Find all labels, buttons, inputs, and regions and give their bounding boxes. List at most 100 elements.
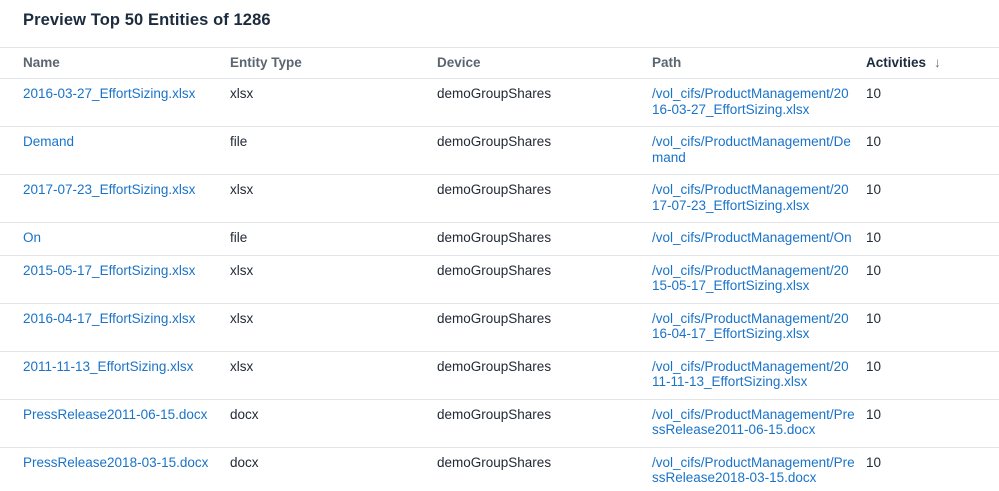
entity-type-value: docx (230, 407, 259, 422)
cell-device: demoGroupShares (437, 303, 652, 351)
entity-type-value: docx (230, 455, 259, 470)
entity-path-link[interactable]: /vol_cifs/ProductManagement/2016-03-27_E… (652, 86, 855, 117)
cell-entity-type: docx (230, 399, 437, 447)
preview-entities-panel: Preview Top 50 Entities of 1286 Name Enti… (0, 0, 999, 491)
sort-descending-icon: ↓ (934, 55, 941, 71)
cell-activities: 10 (866, 223, 999, 256)
column-header-label: Activities (866, 55, 926, 70)
cell-activities: 10 (866, 447, 999, 491)
entity-type-value: xlsx (230, 359, 253, 374)
device-value: demoGroupShares (437, 230, 551, 245)
cell-path: /vol_cifs/ProductManagement/2016-03-27_E… (652, 79, 866, 127)
device-value: demoGroupShares (437, 455, 551, 470)
column-header-name[interactable]: Name (0, 48, 230, 79)
entity-path-link[interactable]: /vol_cifs/ProductManagement/Demand (652, 134, 855, 165)
cell-activities: 10 (866, 79, 999, 127)
entity-name-link[interactable]: 2016-03-27_EffortSizing.xlsx (23, 86, 195, 101)
cell-name: 2017-07-23_EffortSizing.xlsx (0, 175, 230, 223)
activities-value: 10 (866, 263, 881, 278)
column-header-label: Device (437, 55, 481, 70)
cell-name: PressRelease2018-03-15.docx (0, 447, 230, 491)
device-value: demoGroupShares (437, 86, 551, 101)
cell-activities: 10 (866, 255, 999, 303)
entity-type-value: xlsx (230, 263, 253, 278)
cell-name: 2016-03-27_EffortSizing.xlsx (0, 79, 230, 127)
entity-path-link[interactable]: /vol_cifs/ProductManagement/2016-04-17_E… (652, 311, 855, 342)
entity-name-link[interactable]: 2011-11-13_EffortSizing.xlsx (23, 359, 193, 374)
cell-entity-type: file (230, 127, 437, 175)
cell-activities: 10 (866, 351, 999, 399)
column-header-label: Entity Type (230, 55, 302, 70)
entity-type-value: xlsx (230, 311, 253, 326)
cell-entity-type: file (230, 223, 437, 256)
device-value: demoGroupShares (437, 359, 551, 374)
entity-path-link[interactable]: /vol_cifs/ProductManagement/PressRelease… (652, 455, 855, 486)
entities-table: Name Entity Type Device Path Activities ↓ 201… (0, 47, 999, 491)
entity-name-link[interactable]: Demand (23, 134, 74, 149)
activities-value: 10 (866, 230, 881, 245)
activities-value: 10 (866, 86, 881, 101)
cell-entity-type: docx (230, 447, 437, 491)
device-value: demoGroupShares (437, 134, 551, 149)
device-value: demoGroupShares (437, 182, 551, 197)
column-header-path[interactable]: Path (652, 48, 866, 79)
table-row: PressRelease2018-03-15.docx docx demoGroup… (0, 447, 999, 491)
cell-path: /vol_cifs/ProductManagement/2011-11-13_E… (652, 351, 866, 399)
activities-value: 10 (866, 134, 881, 149)
cell-path: /vol_cifs/ProductManagement/2015-05-17_E… (652, 255, 866, 303)
activities-value: 10 (866, 407, 881, 422)
cell-device: demoGroupShares (437, 255, 652, 303)
activities-value: 10 (866, 455, 881, 470)
table-row: Demand filedemoGroupShares/vol_cifs/Produ… (0, 127, 999, 175)
table-row: 2016-04-17_EffortSizing.xlsx xlsx demoGrou… (0, 303, 999, 351)
cell-entity-type: xlsx (230, 79, 437, 127)
table-row: PressRelease2011-06-15.docx docx demoGroup… (0, 399, 999, 447)
activities-value: 10 (866, 311, 881, 326)
entity-name-link[interactable]: 2017-07-23_EffortSizing.xlsx (23, 182, 195, 197)
cell-entity-type: xlsx (230, 351, 437, 399)
entity-path-link[interactable]: /vol_cifs/ProductManagement/2015-05-17_E… (652, 263, 855, 294)
entity-name-link[interactable]: 2015-05-17_EffortSizing.xlsx (23, 263, 195, 278)
cell-device: demoGroupShares (437, 175, 652, 223)
cell-entity-type: xlsx (230, 303, 437, 351)
cell-name: On (0, 223, 230, 256)
entity-name-link[interactable]: PressRelease2018-03-15.docx (23, 455, 208, 470)
table-header-row: Name Entity Type Device Path Activities ↓ (0, 48, 999, 79)
entity-path-link[interactable]: /vol_cifs/ProductManagement/2017-07-23_E… (652, 182, 855, 213)
cell-device: demoGroupShares (437, 447, 652, 491)
entity-path-link[interactable]: /vol_cifs/ProductManagement/PressRelease… (652, 407, 855, 438)
entity-name-link[interactable]: 2016-04-17_EffortSizing.xlsx (23, 311, 195, 326)
cell-name: 2016-04-17_EffortSizing.xlsx (0, 303, 230, 351)
cell-path: /vol_cifs/ProductManagement/PressRelease… (652, 447, 866, 491)
cell-path: /vol_cifs/ProductManagement/On (652, 223, 866, 256)
table-row: On file demoGroupShares/vol_cifs/ProductMa… (0, 223, 999, 256)
device-value: demoGroupShares (437, 407, 551, 422)
entity-type-value: xlsx (230, 86, 253, 101)
page-title: Preview Top 50 Entities of 1286 (23, 10, 999, 30)
cell-path: /vol_cifs/ProductManagement/2017-07-23_E… (652, 175, 866, 223)
entity-path-link[interactable]: /vol_cifs/ProductManagement/On (652, 230, 855, 246)
column-header-device[interactable]: Device (437, 48, 652, 79)
entity-type-value: xlsx (230, 182, 253, 197)
cell-name: 2011-11-13_EffortSizing.xlsx (0, 351, 230, 399)
entity-path-link[interactable]: /vol_cifs/ProductManagement/2011-11-13_E… (652, 359, 855, 390)
cell-device: demoGroupShares (437, 79, 652, 127)
column-header-label: Path (652, 55, 681, 70)
device-value: demoGroupShares (437, 311, 551, 326)
entity-name-link[interactable]: On (23, 230, 41, 245)
column-header-label: Name (23, 55, 60, 70)
cell-device: demoGroupShares (437, 127, 652, 175)
column-header-activities[interactable]: Activities ↓ (866, 48, 999, 79)
column-header-entity-type[interactable]: Entity Type (230, 48, 437, 79)
table-row: 2016-03-27_EffortSizing.xlsx xlsx demoGrou… (0, 79, 999, 127)
entity-type-value: file (230, 230, 247, 245)
device-value: demoGroupShares (437, 263, 551, 278)
cell-name: Demand (0, 127, 230, 175)
cell-device: demoGroupShares (437, 351, 652, 399)
cell-entity-type: xlsx (230, 255, 437, 303)
table-row: 2015-05-17_EffortSizing.xlsx xlsx demoGrou… (0, 255, 999, 303)
cell-activities: 10 (866, 175, 999, 223)
cell-device: demoGroupShares (437, 399, 652, 447)
cell-activities: 10 (866, 399, 999, 447)
entity-name-link[interactable]: PressRelease2011-06-15.docx (23, 407, 207, 422)
